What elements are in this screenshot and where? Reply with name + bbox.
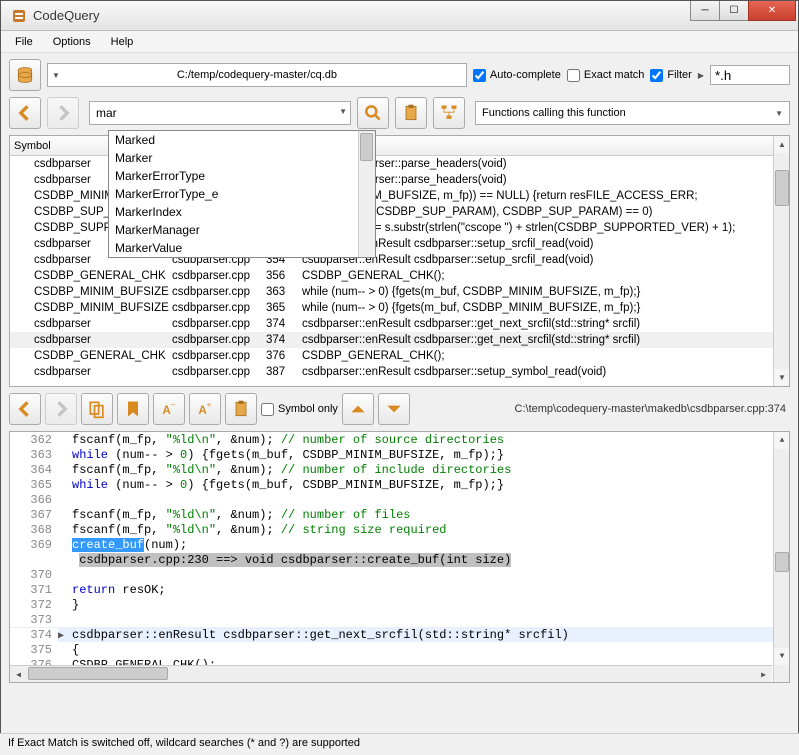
copy-code-button[interactable] — [81, 393, 113, 425]
close-button[interactable]: ✕ — [748, 1, 796, 21]
table-row[interactable]: CSDBP_MINIM_BUFSIZEcsdbparser.cpp363whil… — [10, 284, 789, 300]
suggest-scrollbar[interactable] — [358, 131, 375, 257]
file-location-label: C:\temp\codequery-master\makedb\csdbpars… — [414, 403, 790, 415]
suggest-item[interactable]: MarkerErrorType_e — [109, 185, 375, 203]
code-line[interactable]: 373 — [10, 612, 789, 627]
autocomplete-dropdown[interactable]: MarkedMarkerMarkerErrorTypeMarkerErrorTy… — [108, 130, 376, 258]
code-line[interactable]: 374▶csdbparser::enResult csdbparser::get… — [10, 627, 789, 642]
code-line[interactable]: 372} — [10, 597, 789, 612]
code-line[interactable]: 371return resOK; — [10, 582, 789, 597]
status-text: If Exact Match is switched off, wildcard… — [8, 737, 360, 749]
code-hscroll[interactable]: ◀ ▶ — [10, 665, 772, 682]
back-button[interactable] — [9, 97, 41, 129]
code-vscroll[interactable]: ▲ ▼ — [773, 432, 790, 682]
filter-input[interactable] — [710, 65, 790, 85]
symbol-only-checkbox[interactable]: Symbol only — [261, 403, 338, 416]
code-line[interactable]: csdbparser.cpp:230 ==> void csdbparser::… — [10, 552, 789, 567]
db-path-field[interactable]: ▼ C:/temp/codequery-master/cq.db — [47, 63, 467, 87]
autocomplete-checkbox[interactable]: Auto-complete — [473, 69, 561, 82]
window-title: CodeQuery — [33, 8, 99, 23]
code-line[interactable]: 363while (num-- > 0) {fgets(m_buf, CSDBP… — [10, 447, 789, 462]
font-larger-button[interactable]: A+ — [189, 393, 221, 425]
next-match-button[interactable] — [378, 393, 410, 425]
table-row[interactable]: csdbparsercsdbparser.cpp374csdbparser::e… — [10, 332, 789, 348]
app-icon — [11, 8, 27, 24]
svg-text:−: − — [171, 399, 176, 409]
filter-arrow-icon: ▶ — [698, 71, 704, 80]
table-row[interactable]: csdbparsercsdbparser.cpp387csdbparser::e… — [10, 364, 789, 380]
code-panel: 362fscanf(m_fp, "%ld\n", &num); // numbe… — [9, 431, 790, 683]
results-vscroll[interactable]: ▲ ▼ — [773, 136, 790, 386]
open-db-button[interactable] — [9, 59, 41, 91]
code-line[interactable]: 370 — [10, 567, 789, 582]
search-scope-combo[interactable]: Functions calling this function ▼ — [475, 101, 790, 125]
code-line[interactable]: 369create_buf(num); — [10, 537, 789, 552]
suggest-item[interactable]: MarkerIndex — [109, 203, 375, 221]
code-line[interactable]: 375{ — [10, 642, 789, 657]
db-path-text: C:/temp/codequery-master/cq.db — [177, 69, 337, 81]
code-line[interactable]: 366 — [10, 492, 789, 507]
code-back-button[interactable] — [9, 393, 41, 425]
search-input[interactable] — [89, 101, 351, 125]
search-scope-text: Functions calling this function — [482, 107, 626, 119]
suggest-item[interactable]: MarkerManager — [109, 221, 375, 239]
font-smaller-button[interactable]: A− — [153, 393, 185, 425]
titlebar: CodeQuery ─ ☐ ✕ — [1, 1, 798, 31]
filter-checkbox[interactable]: Filter — [650, 69, 691, 82]
graph-button[interactable] — [433, 97, 465, 129]
menu-help[interactable]: Help — [103, 34, 142, 50]
code-forward-button[interactable] — [45, 393, 77, 425]
code-line[interactable]: 368fscanf(m_fp, "%ld\n", &num); // strin… — [10, 522, 789, 537]
menubar: File Options Help — [1, 31, 798, 53]
menu-options[interactable]: Options — [45, 34, 99, 50]
suggest-item[interactable]: Marker — [109, 149, 375, 167]
maximize-button[interactable]: ☐ — [719, 1, 749, 21]
svg-text:+: + — [207, 399, 212, 409]
prev-match-button[interactable] — [342, 393, 374, 425]
table-row[interactable]: CSDBP_MINIM_BUFSIZEcsdbparser.cpp365whil… — [10, 300, 789, 316]
exactmatch-checkbox[interactable]: Exact match — [567, 69, 645, 82]
code-line[interactable]: 365while (num-- > 0) {fgets(m_buf, CSDBP… — [10, 477, 789, 492]
chevron-down-icon: ▼ — [775, 109, 783, 118]
suggest-item[interactable]: MarkerErrorType — [109, 167, 375, 185]
bookmark-button[interactable] — [117, 393, 149, 425]
suggest-item[interactable]: Marked — [109, 131, 375, 149]
statusbar: If Exact Match is switched off, wildcard… — [0, 733, 799, 755]
forward-button[interactable] — [47, 97, 79, 129]
minimize-button[interactable]: ─ — [690, 1, 720, 21]
code-line[interactable]: 367fscanf(m_fp, "%ld\n", &num); // numbe… — [10, 507, 789, 522]
table-row[interactable]: CSDBP_GENERAL_CHKcsdbparser.cpp376CSDBP_… — [10, 348, 789, 364]
clipboard-button[interactable] — [395, 97, 427, 129]
suggest-item[interactable]: MarkerValue — [109, 239, 375, 257]
code-line[interactable]: 364fscanf(m_fp, "%ld\n", &num); // numbe… — [10, 462, 789, 477]
search-button[interactable] — [357, 97, 389, 129]
menu-file[interactable]: File — [7, 34, 41, 50]
table-row[interactable]: csdbparsercsdbparser.cpp374csdbparser::e… — [10, 316, 789, 332]
table-row[interactable]: CSDBP_GENERAL_CHKcsdbparser.cpp356CSDBP_… — [10, 268, 789, 284]
clipboard2-button[interactable] — [225, 393, 257, 425]
code-line[interactable]: 362fscanf(m_fp, "%ld\n", &num); // numbe… — [10, 432, 789, 447]
